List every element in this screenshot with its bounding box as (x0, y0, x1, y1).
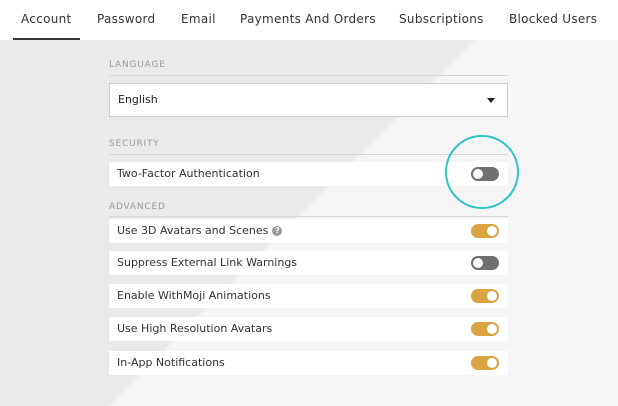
security-divider (109, 154, 508, 155)
in-app-notifications-toggle[interactable] (471, 356, 499, 370)
tab-account[interactable]: Account (13, 0, 80, 40)
3d-avatars-label: Use 3D Avatars and Scenes? (117, 219, 283, 243)
setting-row-withmoji-animations: Enable WithMoji Animations (109, 284, 508, 308)
setting-row-3d-avatars: Use 3D Avatars and Scenes? (109, 219, 508, 243)
tab-blocked-users[interactable]: Blocked Users (509, 0, 597, 38)
setting-row-high-res-avatars: Use High Resolution Avatars (109, 317, 508, 341)
toggle-knob (487, 291, 497, 301)
two-factor-label: Two-Factor Authentication (117, 167, 260, 180)
question-circle-icon[interactable]: ? (272, 226, 283, 236)
setting-row-in-app-notifications: In-App Notifications (109, 351, 508, 375)
language-divider (109, 75, 508, 76)
setting-row-two-factor: Two-Factor Authentication (109, 162, 508, 186)
account-settings-panel: LANGUAGE English SECURITY Two-Factor Aut… (0, 40, 618, 406)
advanced-section-label: ADVANCED (109, 202, 166, 212)
in-app-notifications-label: In-App Notifications (117, 356, 225, 369)
toggle-knob (487, 358, 497, 368)
settings-tab-bar: Account Password Email Payments And Orde… (0, 0, 618, 40)
toggle-knob (473, 169, 483, 179)
toggle-knob (473, 258, 483, 268)
tab-subscriptions[interactable]: Subscriptions (399, 0, 484, 38)
two-factor-toggle[interactable] (471, 167, 499, 181)
withmoji-animations-toggle[interactable] (471, 289, 499, 303)
suppress-link-warnings-toggle[interactable] (471, 256, 499, 270)
tab-payments-and-orders[interactable]: Payments And Orders (240, 0, 376, 38)
caret-down-icon (487, 98, 495, 103)
toggle-knob (487, 226, 497, 236)
suppress-link-warnings-label: Suppress External Link Warnings (117, 256, 298, 269)
toggle-knob (487, 324, 497, 334)
withmoji-animations-label: Enable WithMoji Animations (117, 289, 271, 302)
language-section-label: LANGUAGE (109, 60, 166, 70)
high-res-avatars-toggle[interactable] (471, 322, 499, 336)
tab-password[interactable]: Password (97, 0, 155, 38)
security-section-label: SECURITY (109, 139, 160, 149)
tab-email[interactable]: Email (181, 0, 216, 38)
high-res-avatars-label: Use High Resolution Avatars (117, 322, 273, 335)
language-select-value: English (118, 93, 158, 106)
advanced-divider (109, 216, 508, 217)
setting-row-suppress-link-warnings: Suppress External Link Warnings (109, 251, 508, 275)
language-select[interactable]: English (109, 83, 508, 117)
3d-avatars-toggle[interactable] (471, 224, 499, 238)
